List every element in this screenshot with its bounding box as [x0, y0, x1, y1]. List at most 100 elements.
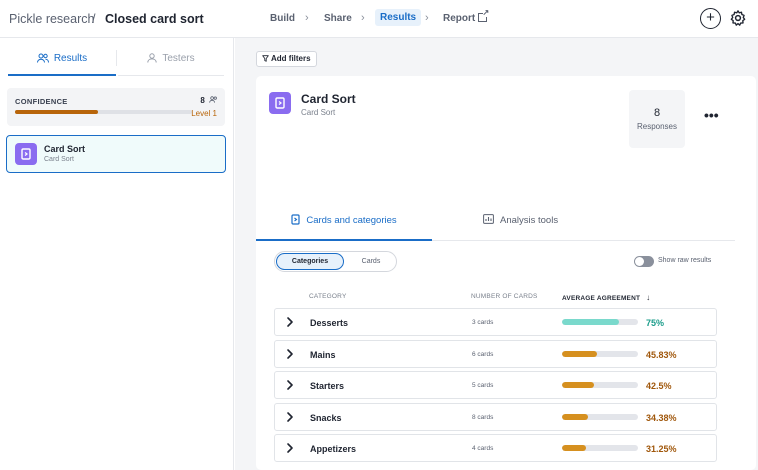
raw-results-toggle[interactable] [634, 256, 654, 267]
column-header-agreement[interactable]: AVERAGE AGREEMENT ↓ [562, 293, 650, 302]
chevron-right-icon: › [305, 12, 309, 24]
tab-results-label: Results [53, 53, 88, 64]
row-category-name: Desserts [310, 318, 349, 328]
row-category-name: Mains [310, 349, 336, 360]
responses-stat: 8 Responses [629, 90, 685, 148]
segment-cards[interactable]: Cards [347, 253, 395, 270]
row-agreement-value: 75% [646, 318, 665, 328]
raw-results-label: Show raw results [658, 257, 712, 264]
agreement-bar [562, 319, 638, 325]
confidence-label: CONFIDENCE [15, 97, 68, 106]
chevron-right-icon[interactable] [285, 316, 295, 328]
table-row[interactable]: Mains 6 cards 45.83% [274, 339, 717, 368]
tab-results[interactable]: Results [8, 52, 116, 76]
row-category-name: Starters [310, 381, 345, 391]
row-card-count: 8 cards [472, 413, 494, 421]
tab-cards-and-categories[interactable]: Cards and categories [256, 211, 432, 241]
add-filters-label: Add filters [271, 54, 311, 63]
nav-report-label: Report [443, 13, 476, 24]
confidence-count: 8 [200, 96, 218, 105]
nav-results[interactable]: Results [375, 9, 422, 26]
row-card-count: 3 cards [472, 319, 494, 326]
confidence-level: Level 1 [191, 109, 217, 118]
people-icon [36, 53, 49, 63]
chevron-right-icon[interactable] [285, 442, 295, 454]
chart-icon [483, 214, 494, 224]
table-row[interactable]: Snacks 8 cards 34.38% [274, 402, 717, 431]
card-sort-icon [15, 143, 37, 165]
more-options-button[interactable]: ••• [704, 107, 719, 123]
row-agreement-value: 45.83% [646, 349, 677, 360]
row-card-count: 5 cards [472, 382, 494, 389]
people-icon [209, 96, 217, 103]
add-button[interactable]: + [700, 8, 721, 29]
agreement-bar-fill [562, 350, 597, 357]
study-heading-subtitle: Card Sort [301, 108, 336, 117]
column-header-count[interactable]: NUMBER OF CARDS [471, 293, 538, 300]
sort-arrow-icon: ↓ [646, 293, 651, 302]
main-content: Add filters Card Sort Card Sort 8 Respon… [235, 38, 758, 470]
nav-report[interactable]: Report [443, 8, 489, 24]
toggle-knob [635, 257, 644, 266]
cards-icon [291, 214, 300, 225]
column-header-agreement-label: AVERAGE AGREEMENT [562, 295, 641, 302]
sidebar: Results Testers CONFIDENCE 8 Level 1 Car… [0, 38, 234, 470]
breadcrumb-project[interactable]: Pickle research [9, 12, 94, 26]
card-sort-icon [269, 92, 291, 114]
responses-count: 8 [653, 107, 661, 119]
person-icon [147, 53, 158, 63]
breadcrumb-separator: / [92, 12, 96, 26]
confidence-progress [15, 110, 192, 114]
table-row[interactable]: Desserts 3 cards 75% [274, 308, 717, 336]
more-icon: ••• [704, 107, 719, 123]
chevron-right-icon[interactable] [285, 411, 295, 423]
row-card-count: 6 cards [472, 350, 494, 358]
agreement-bar [562, 445, 638, 451]
agreement-bar-fill [562, 445, 586, 451]
chevron-right-icon: › [425, 12, 429, 24]
segment-categories[interactable]: Categories [276, 253, 344, 270]
responses-label: Responses [636, 122, 678, 131]
tab-analysis-tools[interactable]: Analysis tools [432, 211, 735, 241]
confidence-progress-fill [15, 110, 99, 114]
results-card: Card Sort Card Sort 8 Responses ••• Card… [256, 76, 756, 470]
chevron-right-icon: › [361, 12, 365, 24]
tab-cards-label: Cards and categories [306, 215, 397, 226]
row-card-count: 4 cards [472, 445, 494, 452]
filter-icon [262, 55, 269, 62]
nav-share[interactable]: Share [324, 13, 352, 24]
study-item-card-sort[interactable]: Card Sort Card Sort [6, 135, 226, 173]
row-agreement-value: 42.5% [646, 381, 672, 391]
tab-testers-label: Testers [162, 53, 195, 64]
row-agreement-value: 34.38% [646, 412, 677, 423]
chevron-right-icon[interactable] [285, 348, 295, 360]
agreement-bar [562, 382, 638, 388]
confidence-count-value: 8 [200, 96, 205, 105]
add-filters-button[interactable]: Add filters [256, 51, 317, 67]
row-category-name: Snacks [310, 412, 342, 423]
column-header-category[interactable]: CATEGORY [309, 293, 346, 300]
study-subtitle: Card Sort [44, 156, 74, 163]
tab-divider [116, 50, 117, 66]
view-segmented-control: Categories Cards [274, 251, 397, 272]
agreement-bar-fill [562, 413, 589, 420]
agreement-bar-fill [562, 382, 595, 388]
plus-icon: + [706, 9, 715, 26]
confidence-panel: CONFIDENCE 8 Level 1 [7, 88, 225, 126]
gear-icon[interactable] [729, 9, 747, 27]
nav-build[interactable]: Build [270, 13, 295, 24]
chevron-right-icon[interactable] [285, 379, 295, 391]
study-heading: Card Sort [301, 92, 356, 106]
row-agreement-value: 31.25% [646, 444, 677, 454]
tab-tools-label: Analysis tools [500, 215, 559, 226]
agreement-bar [562, 413, 638, 420]
page-title: Closed card sort [105, 12, 204, 26]
agreement-bar [562, 350, 638, 357]
tab-testers[interactable]: Testers [118, 52, 224, 76]
table-row[interactable]: Appetizers 4 cards 31.25% [274, 434, 717, 462]
study-title: Card Sort [44, 144, 86, 154]
top-bar: Pickle research / Closed card sort Build… [0, 0, 758, 38]
row-category-name: Appetizers [310, 444, 357, 454]
table-row[interactable]: Starters 5 cards 42.5% [274, 371, 717, 399]
external-link-icon [478, 8, 489, 22]
